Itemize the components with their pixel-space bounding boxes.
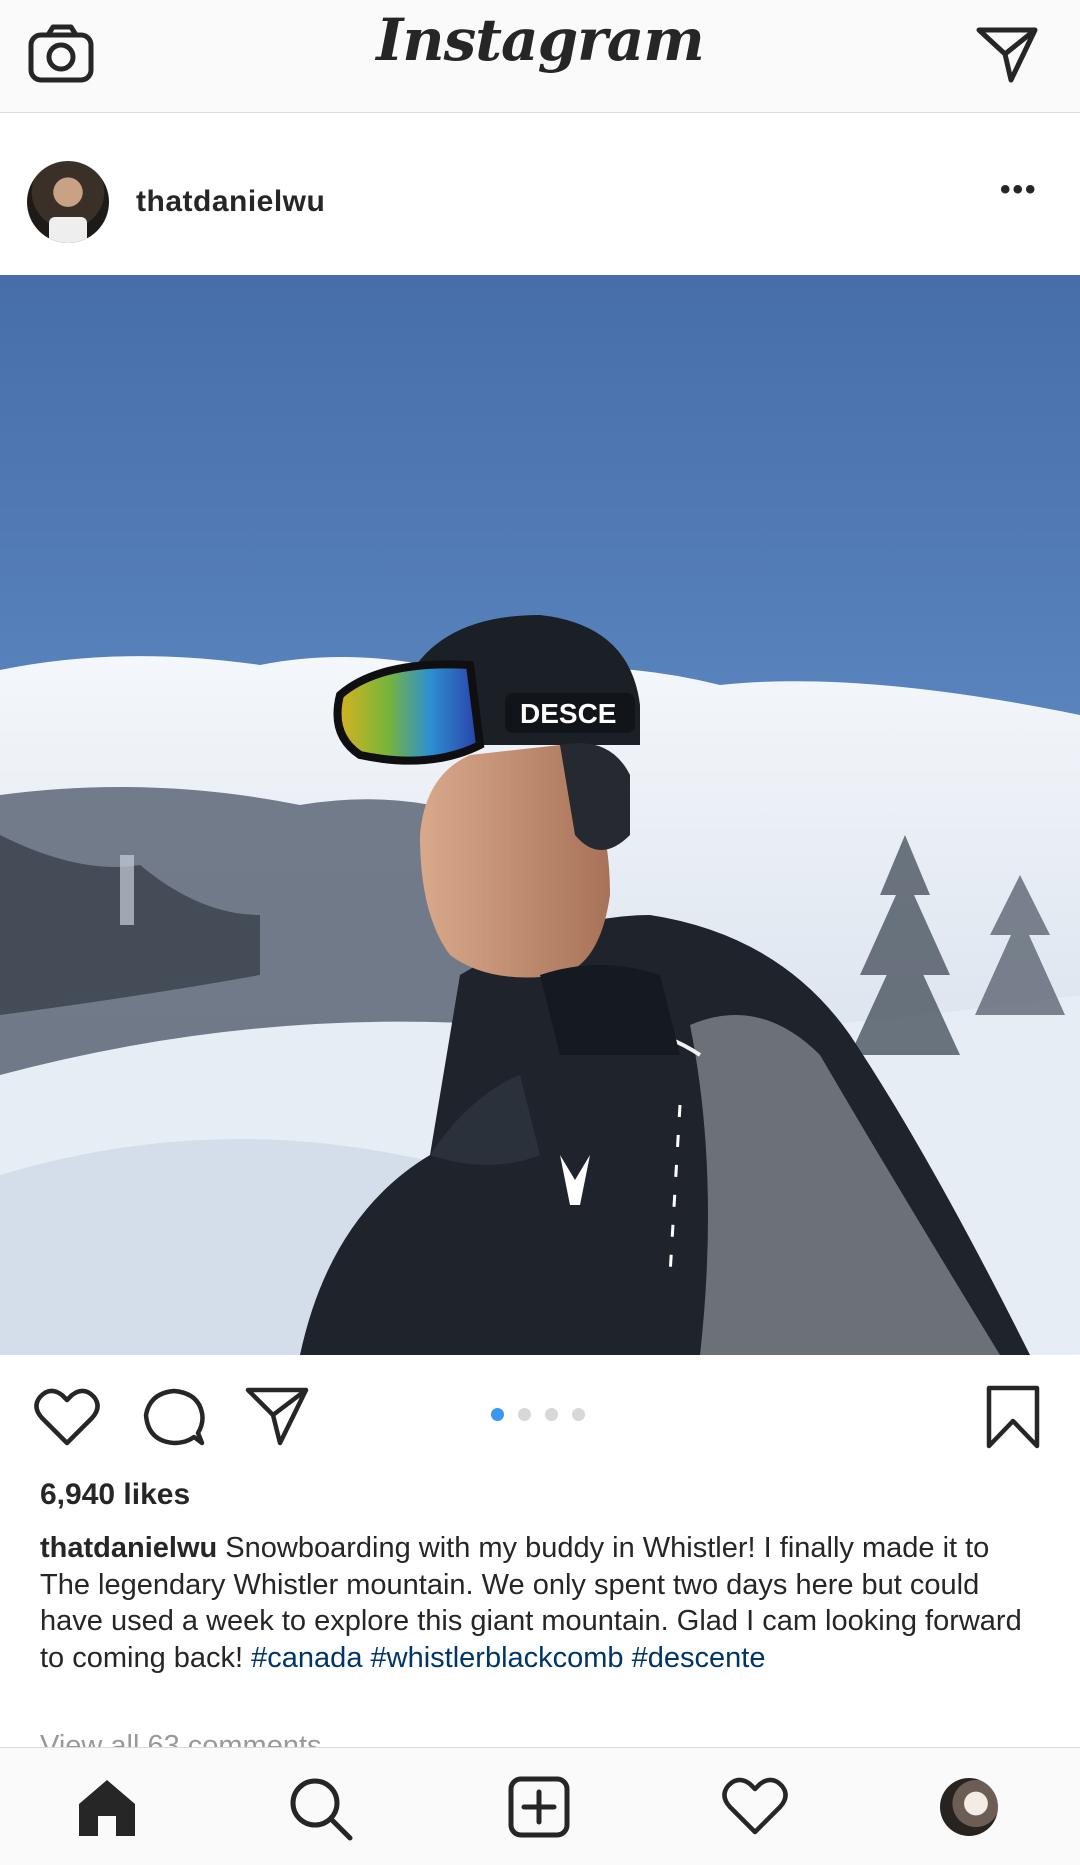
home-icon[interactable] <box>76 1776 138 1838</box>
hashtag-link[interactable]: #descente <box>632 1642 766 1674</box>
author-username[interactable]: thatdanielwu <box>136 185 325 219</box>
profile-avatar[interactable] <box>940 1778 998 1836</box>
caption-username[interactable]: thatdanielwu <box>40 1532 217 1564</box>
carousel-dot <box>545 1408 558 1421</box>
carousel-dot <box>518 1408 531 1421</box>
new-post-icon[interactable] <box>508 1776 570 1838</box>
heart-icon[interactable] <box>34 1387 100 1447</box>
search-icon[interactable] <box>288 1776 354 1842</box>
more-options-icon[interactable]: ••• <box>1000 175 1050 205</box>
like-count[interactable]: 6,940 likes <box>40 1478 190 1512</box>
activity-heart-icon[interactable] <box>722 1776 788 1836</box>
hashtag-link[interactable]: #whistlerblackcomb <box>371 1642 624 1674</box>
bottom-navigation <box>0 1747 1080 1865</box>
carousel-indicator <box>491 1408 599 1422</box>
top-bar: Instagram <box>0 0 1080 113</box>
bookmark-icon[interactable] <box>985 1385 1041 1449</box>
post-photo[interactable]: DESCE <box>0 275 1080 1355</box>
comment-icon[interactable] <box>142 1385 206 1449</box>
post-caption: thatdanielwu Snowboarding with my buddy … <box>40 1530 1040 1676</box>
helmet-brand-text: DESCE <box>520 698 616 729</box>
carousel-dot-active <box>491 1408 504 1421</box>
direct-message-icon[interactable] <box>975 24 1041 84</box>
share-icon[interactable] <box>244 1385 310 1447</box>
hashtag-link[interactable]: #canada <box>251 1642 362 1674</box>
view-all-comments-link[interactable]: View all 63 comments <box>40 1728 322 1748</box>
app-logo: Instagram <box>376 6 704 74</box>
carousel-dot <box>572 1408 585 1421</box>
post-header: thatdanielwu ••• <box>0 113 1080 275</box>
author-avatar[interactable] <box>27 161 109 243</box>
